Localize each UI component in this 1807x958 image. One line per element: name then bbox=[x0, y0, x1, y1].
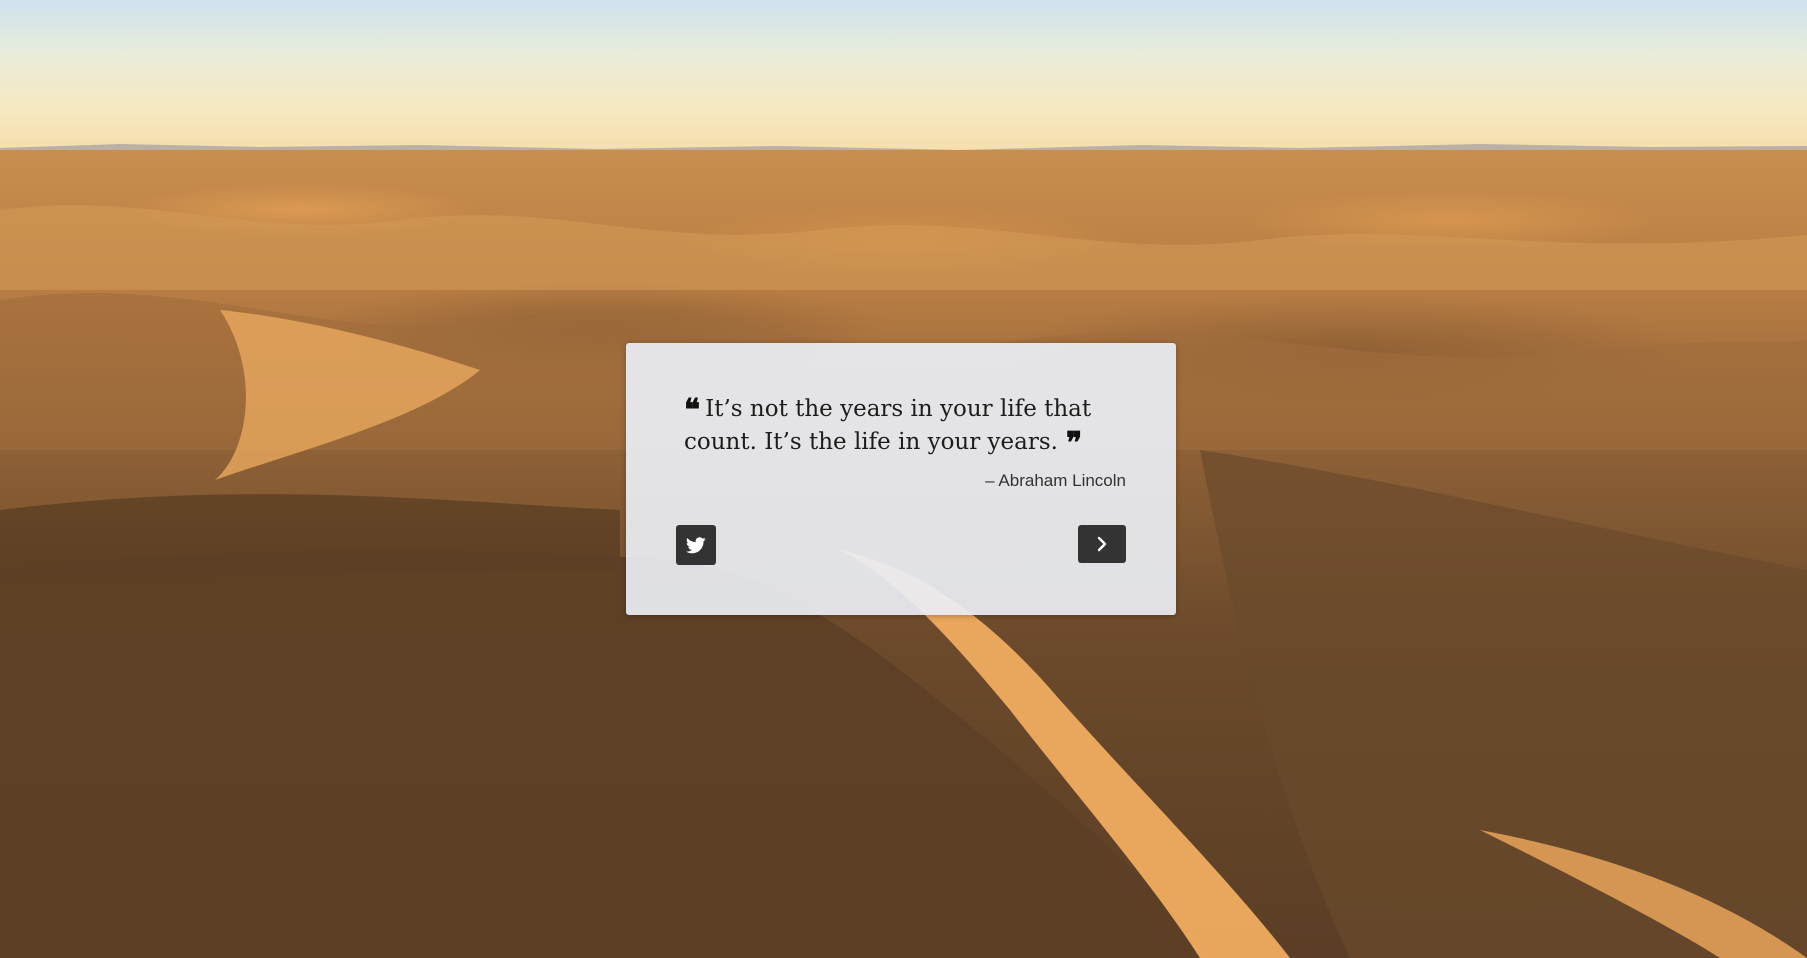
sky bbox=[0, 0, 1807, 160]
quote-box: ❝ It’s not the years in your life that co… bbox=[626, 343, 1176, 615]
chevron-right-icon bbox=[1097, 536, 1107, 552]
open-quote-icon: ❝ bbox=[684, 393, 700, 428]
next-quote-button[interactable] bbox=[1078, 525, 1126, 563]
tweet-quote-button[interactable] bbox=[676, 525, 716, 565]
quote-text-block: ❝ It’s not the years in your life that co… bbox=[684, 393, 1124, 459]
quote-text: It’s not the years in your life that cou… bbox=[684, 396, 1092, 455]
quote-author: – Abraham Lincoln bbox=[985, 471, 1126, 490]
twitter-icon bbox=[686, 536, 706, 553]
close-quote-icon: ❞ bbox=[1065, 426, 1082, 461]
